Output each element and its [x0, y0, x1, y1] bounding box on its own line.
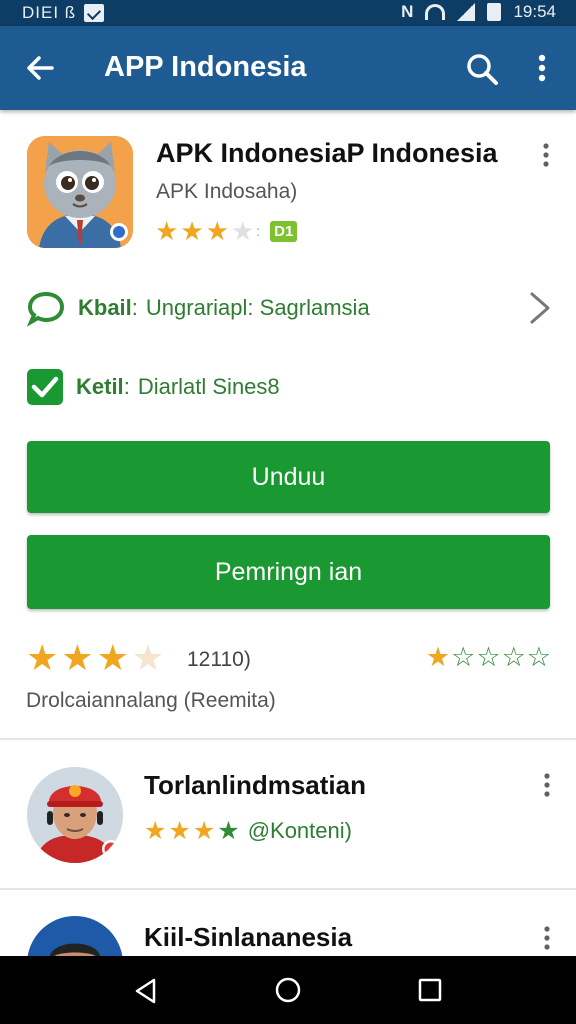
signal-icon [457, 3, 476, 21]
info-value: Diarlatl Sines8 [137, 374, 280, 399]
info-row-status: Ketil : Diarlatl Sines8 [26, 368, 280, 406]
update-button[interactable]: Pemringn ian [27, 535, 550, 609]
content-rating-badge: D1 [270, 220, 298, 242]
divider [0, 888, 576, 890]
divider [0, 738, 576, 740]
list-item-menu-icon[interactable] [539, 773, 555, 797]
rating-summary: ★ ★ ★ ★ 12110) ★ ☆ ☆ ☆ ☆ [26, 640, 551, 680]
nav-home-icon[interactable] [274, 976, 302, 1004]
status-left-text: DIEI ß [22, 3, 77, 22]
info-separator: : [131, 295, 138, 320]
navigation-bar [0, 956, 576, 1024]
list-item-rating: ★ ★ ★ ★ @Konteni) [144, 818, 352, 844]
man-with-red-cap-avatar[interactable] [27, 767, 123, 863]
app-overflow-menu-icon[interactable] [538, 143, 554, 167]
app-rating: ★ ★ ★ ★ : D1 [155, 216, 298, 246]
status-left: DIEI ß [22, 3, 105, 23]
star-outline-icon[interactable]: ☆ [527, 644, 551, 671]
info-value: Ungrariapl: Sagrlamsia [145, 295, 370, 320]
star-outline-icon[interactable]: ☆ [502, 644, 526, 671]
battery-icon [487, 3, 502, 21]
info-separator: : [123, 374, 130, 399]
list-item-title[interactable]: Kiil-Sinlananesia [144, 922, 352, 953]
status-bar: DIEI ß N 19:54 [0, 0, 576, 26]
chevron-right-icon[interactable] [526, 290, 552, 326]
notification-icon [84, 4, 105, 22]
chat-bubble-icon [26, 291, 65, 327]
review-note: Drolcaiannalang (Reemita) [26, 689, 276, 712]
star-icon: ★ [180, 216, 204, 246]
star-icon: ★ [61, 637, 94, 678]
cat-mascot-icon [27, 136, 133, 248]
star-empty-icon: : [256, 223, 261, 239]
star-icon: ★ [192, 816, 216, 845]
status-right: N 19:54 [401, 2, 556, 22]
star-icon: ★ [96, 637, 129, 678]
download-button[interactable]: Unduu [27, 441, 550, 513]
info-label: Kbail [78, 295, 132, 320]
star-icon: ★ [144, 816, 167, 845]
checkbox-checked-icon[interactable] [26, 368, 64, 406]
nav-back-icon[interactable] [132, 977, 160, 1005]
list-item-rating-text: @Konteni) [247, 818, 352, 843]
star-icon: ★ [217, 816, 240, 845]
star-outline-icon[interactable]: ☆ [451, 644, 475, 671]
app-name: APK IndonesiaP Indonesia [156, 138, 498, 168]
nav-recent-icon[interactable] [417, 977, 443, 1003]
list-item-menu-icon[interactable] [539, 926, 555, 950]
more-vert-icon[interactable] [530, 50, 554, 86]
star-outline-icon[interactable]: ☆ [476, 644, 500, 671]
star-icon: ★ [205, 216, 229, 246]
info-row-detail[interactable]: Kbail : Ungrariapl: Sagrlamsia [26, 288, 370, 328]
wifi-icon [425, 4, 446, 20]
rating-stars: ★ ★ ★ ★ [26, 640, 164, 676]
rating-count: 12110) [187, 648, 251, 671]
search-icon[interactable] [464, 51, 500, 87]
status-time: 19:54 [513, 2, 556, 21]
nfc-icon: N [401, 2, 414, 21]
rate-this-stars[interactable]: ★ ☆ ☆ ☆ ☆ [426, 644, 551, 671]
page-title: APP Indonesia [104, 51, 307, 83]
star-icon: ★ [155, 216, 179, 246]
star-empty-icon: ★ [230, 216, 255, 246]
app-bar: APP Indonesia [0, 26, 576, 110]
back-arrow-icon[interactable] [22, 50, 58, 86]
info-label: Ketil [76, 374, 124, 399]
app-developer: APK Indosaha) [156, 180, 298, 203]
list-item-title[interactable]: Torlanlindmsatian [144, 770, 366, 801]
star-icon[interactable]: ★ [426, 644, 450, 671]
star-empty-icon: ★ [131, 637, 165, 678]
star-icon: ★ [26, 637, 59, 678]
star-icon: ★ [168, 816, 191, 845]
